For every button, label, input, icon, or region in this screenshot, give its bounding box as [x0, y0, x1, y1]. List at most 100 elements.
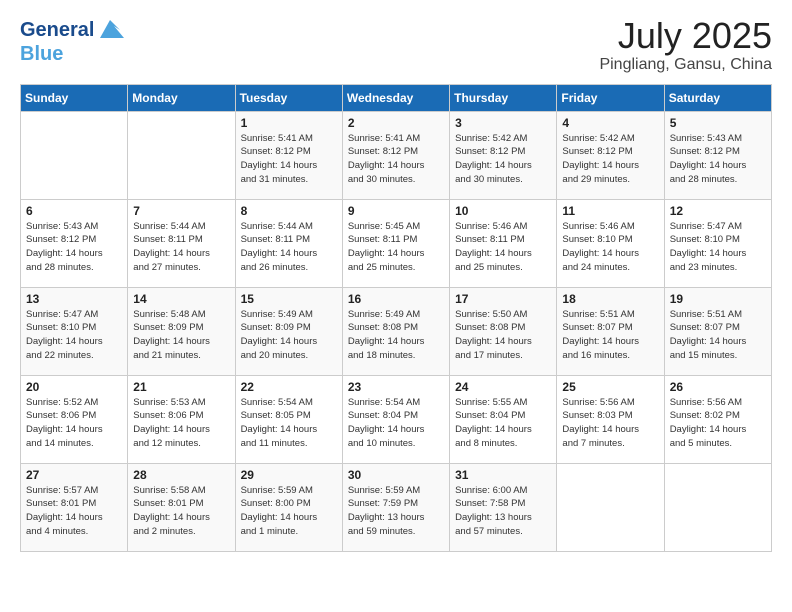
day-info: Sunrise: 5:43 AM Sunset: 8:12 PM Dayligh… — [26, 220, 122, 275]
calendar-page: General Blue July 2025 Pingliang, Gansu,… — [0, 0, 792, 568]
day-info: Sunrise: 5:42 AM Sunset: 8:12 PM Dayligh… — [455, 132, 551, 187]
table-row: 6 Sunrise: 5:43 AM Sunset: 8:12 PM Daylig… — [21, 199, 128, 287]
day-info: Sunrise: 5:57 AM Sunset: 8:01 PM Dayligh… — [26, 484, 122, 539]
day-number: 1 — [241, 116, 337, 130]
week-row-3: 20Sunrise: 5:52 AM Sunset: 8:06 PM Dayli… — [21, 375, 772, 463]
day-info: Sunrise: 5:42 AM Sunset: 8:12 PM Dayligh… — [562, 132, 658, 187]
table-row: 19 Sunrise: 5:51 AM Sunset: 8:07 PM Dayli… — [664, 287, 771, 375]
table-row: 18 Sunrise: 5:51 AM Sunset: 8:07 PM Dayli… — [557, 287, 664, 375]
day-info: Sunrise: 5:58 AM Sunset: 8:01 PM Dayligh… — [133, 484, 229, 539]
day-number: 13 — [26, 292, 122, 306]
day-info: Sunrise: 5:49 AM Sunset: 8:08 PM Dayligh… — [348, 308, 444, 363]
day-number: 20 — [26, 380, 122, 394]
day-info: Sunrise: 5:46 AM Sunset: 8:11 PM Dayligh… — [455, 220, 551, 275]
day-info: Sunrise: 5:41 AM Sunset: 8:12 PM Dayligh… — [241, 132, 337, 187]
table-row: 22 Sunrise: 5:54 AM Sunset: 8:05 PM Dayli… — [235, 375, 342, 463]
day-info: Sunrise: 5:47 AM Sunset: 8:10 PM Dayligh… — [670, 220, 766, 275]
day-info: Sunrise: 5:54 AM Sunset: 8:05 PM Dayligh… — [241, 396, 337, 451]
table-row: 4 Sunrise: 5:42 AM Sunset: 8:12 PM Daylig… — [557, 111, 664, 199]
day-number: 14 — [133, 292, 229, 306]
day-info: Sunrise: 6:00 AM Sunset: 7:58 PM Dayligh… — [455, 484, 551, 539]
day-number: 18 — [562, 292, 658, 306]
day-info: Sunrise: 5:54 AM Sunset: 8:04 PM Dayligh… — [348, 396, 444, 451]
day-number: 22 — [241, 380, 337, 394]
day-number: 23 — [348, 380, 444, 394]
table-row: 25 Sunrise: 5:56 AM Sunset: 8:03 PM Dayli… — [557, 375, 664, 463]
day-info: Sunrise: 5:43 AM Sunset: 8:12 PM Dayligh… — [670, 132, 766, 187]
logo-blue: Blue — [20, 44, 124, 64]
table-row: 24 Sunrise: 5:55 AM Sunset: 8:04 PM Dayli… — [450, 375, 557, 463]
header-thursday: Thursday — [450, 84, 557, 111]
header-monday: Monday — [128, 84, 235, 111]
day-info: Sunrise: 5:51 AM Sunset: 8:07 PM Dayligh… — [670, 308, 766, 363]
title-block: July 2025 Pingliang, Gansu, China — [599, 16, 772, 74]
table-row: 14 Sunrise: 5:48 AM Sunset: 8:09 PM Dayli… — [128, 287, 235, 375]
day-number: 31 — [455, 468, 551, 482]
table-row: 13 Sunrise: 5:47 AM Sunset: 8:10 PM Dayli… — [21, 287, 128, 375]
header-sunday: Sunday — [21, 84, 128, 111]
header-saturday: Saturday — [664, 84, 771, 111]
day-number: 2 — [348, 116, 444, 130]
calendar-table: Sunday Monday Tuesday Wednesday Thursday… — [20, 84, 772, 552]
table-row: 5 Sunrise: 5:43 AM Sunset: 8:12 PM Daylig… — [664, 111, 771, 199]
day-info: Sunrise: 5:41 AM Sunset: 8:12 PM Dayligh… — [348, 132, 444, 187]
table-row: 29 Sunrise: 5:59 AM Sunset: 8:00 PM Dayli… — [235, 463, 342, 551]
day-info: Sunrise: 5:48 AM Sunset: 8:09 PM Dayligh… — [133, 308, 229, 363]
table-row — [128, 111, 235, 199]
logo-text: General — [20, 19, 94, 41]
header-tuesday: Tuesday — [235, 84, 342, 111]
week-row-4: 27Sunrise: 5:57 AM Sunset: 8:01 PM Dayli… — [21, 463, 772, 551]
day-info: Sunrise: 5:59 AM Sunset: 8:00 PM Dayligh… — [241, 484, 337, 539]
day-number: 29 — [241, 468, 337, 482]
day-number: 5 — [670, 116, 766, 130]
header: General Blue July 2025 Pingliang, Gansu,… — [20, 16, 772, 74]
day-number: 8 — [241, 204, 337, 218]
day-number: 24 — [455, 380, 551, 394]
table-row: 2 Sunrise: 5:41 AM Sunset: 8:12 PM Daylig… — [342, 111, 449, 199]
table-row: 8Sunrise: 5:44 AM Sunset: 8:11 PM Daylig… — [235, 199, 342, 287]
calendar-title: July 2025 — [599, 16, 772, 56]
day-info: Sunrise: 5:51 AM Sunset: 8:07 PM Dayligh… — [562, 308, 658, 363]
day-info: Sunrise: 5:59 AM Sunset: 7:59 PM Dayligh… — [348, 484, 444, 539]
table-row: 21 Sunrise: 5:53 AM Sunset: 8:06 PM Dayli… — [128, 375, 235, 463]
day-info: Sunrise: 5:55 AM Sunset: 8:04 PM Dayligh… — [455, 396, 551, 451]
logo: General Blue — [20, 16, 124, 64]
day-number: 21 — [133, 380, 229, 394]
table-row: 16Sunrise: 5:49 AM Sunset: 8:08 PM Dayli… — [342, 287, 449, 375]
table-row: 3Sunrise: 5:42 AM Sunset: 8:12 PM Daylig… — [450, 111, 557, 199]
table-row: 12 Sunrise: 5:47 AM Sunset: 8:10 PM Dayli… — [664, 199, 771, 287]
day-number: 15 — [241, 292, 337, 306]
week-row-0: 1 Sunrise: 5:41 AM Sunset: 8:12 PM Daylig… — [21, 111, 772, 199]
table-row: 27Sunrise: 5:57 AM Sunset: 8:01 PM Dayli… — [21, 463, 128, 551]
week-row-1: 6 Sunrise: 5:43 AM Sunset: 8:12 PM Daylig… — [21, 199, 772, 287]
day-number: 26 — [670, 380, 766, 394]
calendar-header: Sunday Monday Tuesday Wednesday Thursday… — [21, 84, 772, 111]
day-number: 12 — [670, 204, 766, 218]
day-number: 6 — [26, 204, 122, 218]
table-row: 30Sunrise: 5:59 AM Sunset: 7:59 PM Dayli… — [342, 463, 449, 551]
day-info: Sunrise: 5:53 AM Sunset: 8:06 PM Dayligh… — [133, 396, 229, 451]
table-row: 11Sunrise: 5:46 AM Sunset: 8:10 PM Dayli… — [557, 199, 664, 287]
day-number: 4 — [562, 116, 658, 130]
table-row: 17Sunrise: 5:50 AM Sunset: 8:08 PM Dayli… — [450, 287, 557, 375]
day-info: Sunrise: 5:46 AM Sunset: 8:10 PM Dayligh… — [562, 220, 658, 275]
logo-icon — [96, 16, 124, 44]
table-row: 15Sunrise: 5:49 AM Sunset: 8:09 PM Dayli… — [235, 287, 342, 375]
table-row: 20Sunrise: 5:52 AM Sunset: 8:06 PM Dayli… — [21, 375, 128, 463]
day-info: Sunrise: 5:45 AM Sunset: 8:11 PM Dayligh… — [348, 220, 444, 275]
day-number: 25 — [562, 380, 658, 394]
day-number: 19 — [670, 292, 766, 306]
day-number: 9 — [348, 204, 444, 218]
day-info: Sunrise: 5:50 AM Sunset: 8:08 PM Dayligh… — [455, 308, 551, 363]
day-info: Sunrise: 5:56 AM Sunset: 8:03 PM Dayligh… — [562, 396, 658, 451]
table-row — [664, 463, 771, 551]
day-info: Sunrise: 5:47 AM Sunset: 8:10 PM Dayligh… — [26, 308, 122, 363]
week-row-2: 13 Sunrise: 5:47 AM Sunset: 8:10 PM Dayli… — [21, 287, 772, 375]
weekday-row: Sunday Monday Tuesday Wednesday Thursday… — [21, 84, 772, 111]
table-row: 9 Sunrise: 5:45 AM Sunset: 8:11 PM Daylig… — [342, 199, 449, 287]
table-row — [557, 463, 664, 551]
table-row: 7Sunrise: 5:44 AM Sunset: 8:11 PM Daylig… — [128, 199, 235, 287]
day-number: 7 — [133, 204, 229, 218]
table-row: 10Sunrise: 5:46 AM Sunset: 8:11 PM Dayli… — [450, 199, 557, 287]
day-number: 28 — [133, 468, 229, 482]
